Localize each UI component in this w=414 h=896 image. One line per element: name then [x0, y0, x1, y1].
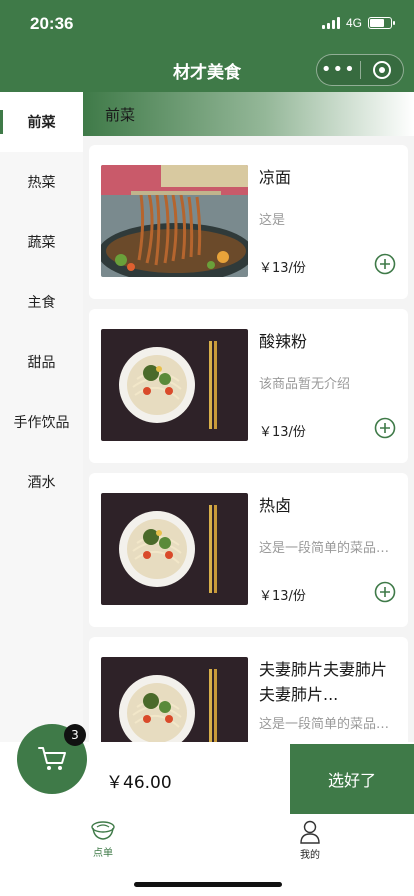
network-label: 4G [345, 16, 362, 30]
more-dots-icon[interactable]: ••• [317, 61, 360, 79]
category-label: 酒水 [27, 475, 56, 491]
dish-price: ￥13/份 [259, 589, 306, 604]
dish-desc: 该商品暂无介绍 [259, 377, 351, 392]
dish-name: 夫妻肺片夫妻肺片夫妻肺片... [259, 660, 388, 704]
category-item[interactable]: 甜品 [0, 332, 83, 392]
dish-card[interactable]: 凉面 这是 ￥13/份 [89, 145, 408, 299]
tab-mine[interactable]: 我的 [280, 820, 340, 861]
section-header: 前菜 [83, 92, 414, 136]
battery-icon [368, 17, 395, 29]
category-label: 甜品 [27, 355, 56, 371]
section-title: 前菜 [105, 105, 136, 124]
dish-name: 凉面 [259, 168, 292, 187]
tab-order[interactable]: 点单 [73, 820, 133, 859]
category-label: 手作饮品 [13, 415, 70, 431]
app-header: 20:36 4G 材才美食 ••• [0, 0, 414, 92]
dish-image [101, 329, 248, 441]
signal-icon [321, 17, 340, 29]
dish-name: 酸辣粉 [259, 332, 308, 351]
add-to-cart-button[interactable] [374, 417, 396, 439]
cart-count-badge: 3 [64, 724, 86, 746]
checkout-button[interactable]: 选好了 [290, 744, 414, 814]
category-label: 热菜 [27, 175, 56, 191]
dish-desc: 这是一段简单的菜品描述 [259, 541, 394, 556]
category-label: 蔬菜 [27, 235, 56, 251]
tab-label: 点单 [93, 848, 113, 859]
category-item[interactable]: 酒水 [0, 452, 83, 512]
dish-desc: 这是一段简单的菜品描述 [259, 717, 394, 732]
miniapp-capsule: ••• [316, 54, 404, 86]
dish-price: ￥13/份 [259, 261, 306, 276]
dish-desc: 这是 [259, 213, 286, 228]
category-label: 前菜 [27, 115, 56, 131]
status-indicators: 4G [321, 16, 395, 30]
dish-card[interactable]: 酸辣粉 该商品暂无介绍 ￥13/份 [89, 309, 408, 463]
home-indicator [134, 882, 282, 887]
category-label: 主食 [27, 295, 56, 311]
category-item[interactable]: 热菜 [0, 152, 83, 212]
category-item[interactable]: 手作饮品 [0, 392, 83, 452]
dish-image [101, 493, 248, 605]
bowl-icon [91, 821, 115, 840]
close-miniapp-button[interactable] [360, 61, 403, 79]
category-item[interactable]: 蔬菜 [0, 212, 83, 272]
category-sidebar: 前菜 热菜 蔬菜 主食 甜品 手作饮品 酒水 [0, 92, 83, 742]
user-icon [300, 820, 320, 844]
add-to-cart-button[interactable] [374, 581, 396, 603]
shopping-cart-icon [38, 747, 66, 770]
dish-image [101, 165, 248, 277]
dish-price: ￥13/份 [259, 425, 306, 440]
tab-label: 我的 [300, 850, 320, 861]
category-item[interactable]: 主食 [0, 272, 83, 332]
add-to-cart-button[interactable] [374, 253, 396, 275]
category-item[interactable]: 前菜 [0, 92, 83, 152]
dish-name: 热卤 [259, 496, 292, 515]
target-ring-icon [372, 61, 391, 79]
dish-card[interactable]: 热卤 这是一段简单的菜品描述 ￥13/份 [89, 473, 408, 627]
cart-total: ￥46.00 [106, 773, 172, 793]
cart-bar: 3 ￥46.00 选好了 [0, 724, 414, 814]
status-time: 20:36 [30, 14, 74, 33]
